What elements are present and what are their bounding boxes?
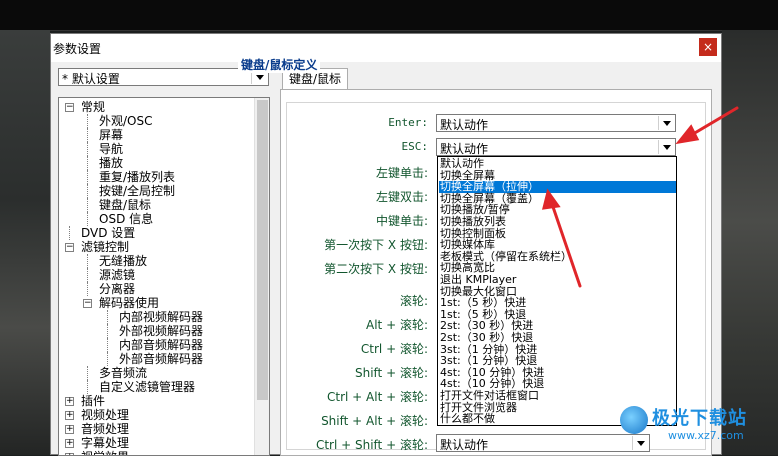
- annotation-arrowhead-1: [675, 124, 700, 145]
- watermark-name: 极光下载站: [652, 408, 747, 429]
- watermark: 极光下载站 www.xz7.com: [612, 402, 772, 452]
- annotation-arrows: [542, 106, 739, 288]
- annotation-arrow-2: [549, 199, 582, 288]
- watermark-logo-icon: [620, 406, 648, 434]
- annotation-arrowhead-2: [542, 188, 561, 210]
- watermark-url: www.xz7.com: [668, 429, 744, 442]
